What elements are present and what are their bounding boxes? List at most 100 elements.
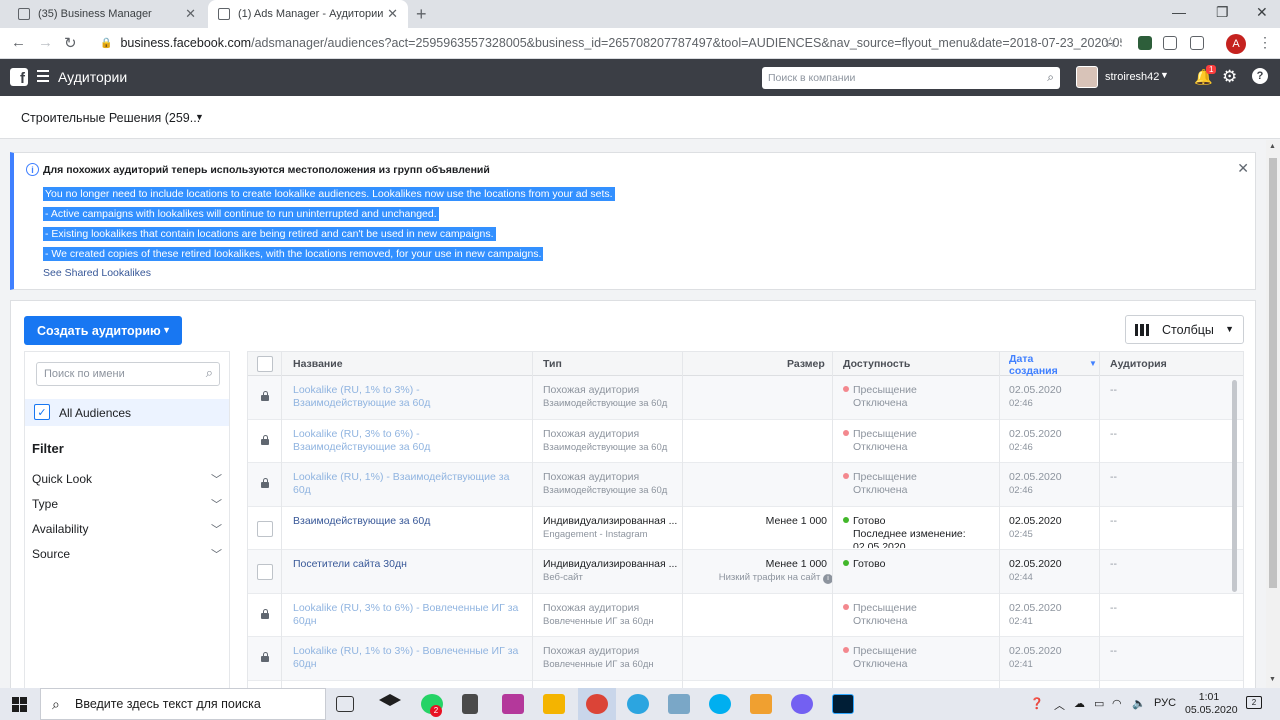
table-row[interactable]: Lookalike (RU, 1% to 3%) - Вовлеченные И…	[248, 637, 1243, 681]
column-header-availability[interactable]: Доступность	[843, 358, 910, 370]
cloud-icon[interactable]: ☁	[1074, 697, 1085, 710]
row-checkbox[interactable]	[257, 564, 273, 580]
taskbar-clock[interactable]: 1:01 05.05.2020	[1185, 691, 1238, 717]
column-divider	[281, 352, 282, 690]
name-search-input[interactable]: Поиск по имени ⌕	[36, 362, 220, 386]
audience-name-link[interactable]: Взаимодействующие за 60д	[293, 515, 525, 528]
notification-center-icon[interactable]: 2	[1246, 696, 1262, 709]
table-row[interactable]: Lookalike (RU, 3% to 6%) - Взаимодейству…	[248, 420, 1243, 463]
photoshop-icon[interactable]	[832, 694, 854, 714]
browser-menu-icon[interactable]: ⋮	[1258, 34, 1272, 51]
volume-icon[interactable]: 🔈	[1132, 697, 1146, 710]
taskbar-search-input[interactable]: ⌕ Введите здесь текст для поиска	[40, 688, 326, 720]
column-header-size[interactable]: Размер	[787, 358, 825, 370]
username[interactable]: stroiresh42	[1105, 71, 1159, 83]
reload-icon[interactable]: ↻	[64, 34, 77, 52]
audience-type: Похожая аудитория	[543, 601, 640, 614]
windows-taskbar: ⌕ Введите здесь текст для поиска ❓ ︿ ☁ ▭…	[0, 688, 1280, 720]
page-scrollbar[interactable]: ▲ ▼	[1266, 140, 1280, 688]
window-close-icon[interactable]: ✕	[1256, 4, 1268, 21]
bookmark-star-icon[interactable]: ☆	[1104, 34, 1117, 51]
chrome-icon[interactable]	[586, 694, 608, 714]
wifi-icon[interactable]: ◠	[1112, 697, 1122, 710]
search-icon[interactable]: ⌕	[1047, 70, 1054, 85]
chevron-up-icon[interactable]: ︿	[1054, 697, 1065, 713]
audience-name-link[interactable]: Посетители сайта 30дн	[293, 558, 525, 571]
table-scrollbar[interactable]	[1232, 380, 1237, 592]
table-row[interactable]: Lookalike (RU, 3% to 6%) - Вовлеченные И…	[248, 594, 1243, 637]
help-tray-icon[interactable]: ❓	[1030, 697, 1044, 710]
availability-status: Готово	[843, 515, 885, 528]
help-icon[interactable]: ?	[1252, 68, 1268, 84]
table-row[interactable]: Взаимодействующие за 60д Индивидуализиров…	[248, 507, 1243, 550]
scrollbar-thumb[interactable]	[1269, 158, 1277, 588]
audience-name-link[interactable]: Lookalike (RU, 1%) - Взаимодействующие з…	[293, 471, 525, 497]
new-tab-icon[interactable]: +	[416, 4, 427, 25]
screenshot-extension-icon[interactable]	[1190, 36, 1204, 50]
column-header-date[interactable]: Дата создания	[1009, 353, 1079, 377]
scroll-up-icon[interactable]: ▲	[1269, 143, 1276, 150]
facet-source[interactable]: Source ﹀	[32, 547, 222, 561]
status-dot-icon	[843, 386, 849, 392]
column-header-audience[interactable]: Аудитория	[1110, 358, 1167, 370]
calculator-icon[interactable]	[462, 694, 478, 714]
status-dot-icon	[843, 516, 849, 523]
scroll-down-icon[interactable]: ▼	[1269, 676, 1276, 683]
forward-arrow-icon[interactable]: →	[38, 34, 53, 51]
business-search-input[interactable]: Поиск в компании ⌕	[762, 67, 1060, 89]
windows-start-icon[interactable]	[12, 697, 27, 712]
viber-icon[interactable]	[791, 694, 813, 714]
battery-icon[interactable]: ▭	[1094, 697, 1104, 710]
columns-button[interactable]: Столбцы ▼	[1125, 315, 1244, 344]
sort-desc-icon[interactable]: ▼	[1089, 359, 1097, 368]
close-tab-icon[interactable]: ✕	[185, 6, 196, 22]
file-explorer-icon[interactable]	[543, 694, 565, 714]
hamburger-menu-icon[interactable]	[37, 70, 49, 82]
facet-availability[interactable]: Availability ﹀	[32, 522, 222, 536]
close-tab-icon[interactable]: ✕	[387, 6, 398, 22]
code-extension-icon[interactable]	[1163, 36, 1177, 50]
back-arrow-icon[interactable]: ←	[11, 34, 26, 51]
language-indicator[interactable]: РУС	[1154, 697, 1176, 709]
facet-quick-look[interactable]: Quick Look ﹀	[32, 472, 222, 486]
table-row[interactable]: Lookalike (RU, 1% to 3%) - Взаимодейству…	[248, 376, 1243, 420]
checkmark-icon[interactable]: ✓	[34, 404, 50, 420]
app-icon[interactable]	[502, 694, 524, 714]
caret-down-icon[interactable]: ▼	[195, 112, 204, 122]
profile-avatar[interactable]: A	[1226, 34, 1246, 54]
gear-icon[interactable]: ⚙	[1222, 67, 1237, 87]
audience-name-link[interactable]: Lookalike (RU, 1% to 3%) - Вовлеченные И…	[293, 645, 525, 671]
browser-tab-active[interactable]: (1) Ads Manager - Аудитории ✕	[208, 0, 408, 28]
column-header-type[interactable]: Тип	[543, 358, 562, 370]
user-avatar[interactable]	[1076, 66, 1098, 88]
telegram-icon[interactable]	[627, 694, 649, 714]
task-view-icon[interactable]	[336, 696, 354, 712]
audience-name-link[interactable]: Lookalike (RU, 1% to 3%) - Взаимодейству…	[293, 384, 525, 410]
select-all-checkbox[interactable]	[257, 356, 273, 372]
audience-name-link[interactable]: Lookalike (RU, 3% to 6%) - Вовлеченные И…	[293, 602, 525, 628]
close-icon[interactable]: ✕	[1237, 160, 1249, 177]
all-audiences-filter[interactable]: ✓ All Audiences	[25, 399, 229, 426]
facet-type[interactable]: Type ﹀	[32, 497, 222, 511]
table-row[interactable]: Lookalike (RU, 1%) - Взаимодействующие з…	[248, 463, 1243, 507]
audience-name-link[interactable]: Lookalike (RU, 3% to 6%) - Взаимодейству…	[293, 428, 525, 454]
app-icon[interactable]	[668, 694, 690, 714]
skype-icon[interactable]	[709, 694, 731, 714]
notice-line: - Active campaigns with lookalikes will …	[43, 207, 439, 221]
column-header-name[interactable]: Название	[293, 358, 343, 370]
dropbox-icon[interactable]	[379, 694, 401, 706]
url-bar[interactable]: 🔒 business.facebook.com/adsmanager/audie…	[92, 31, 1122, 55]
create-audience-button[interactable]: Создать аудиторию ▼	[24, 316, 182, 345]
account-selector[interactable]: Строительные Решения (259...	[21, 111, 200, 125]
see-shared-lookalikes-link[interactable]: See Shared Lookalikes	[43, 267, 151, 279]
facebook-logo-icon[interactable]: f	[10, 68, 28, 86]
table-row[interactable]: Посетители сайта 30дн Индивидуализированн…	[248, 550, 1243, 594]
caret-down-icon[interactable]: ▼	[1160, 70, 1169, 80]
minimize-icon[interactable]: —	[1172, 4, 1186, 20]
lock-icon	[261, 478, 269, 488]
browser-tab[interactable]: (35) Business Manager ✕	[8, 0, 206, 28]
maximize-icon[interactable]: ❐	[1216, 4, 1229, 21]
row-checkbox[interactable]	[257, 520, 273, 537]
app-icon[interactable]	[750, 694, 772, 714]
extension-icon[interactable]	[1138, 36, 1152, 50]
